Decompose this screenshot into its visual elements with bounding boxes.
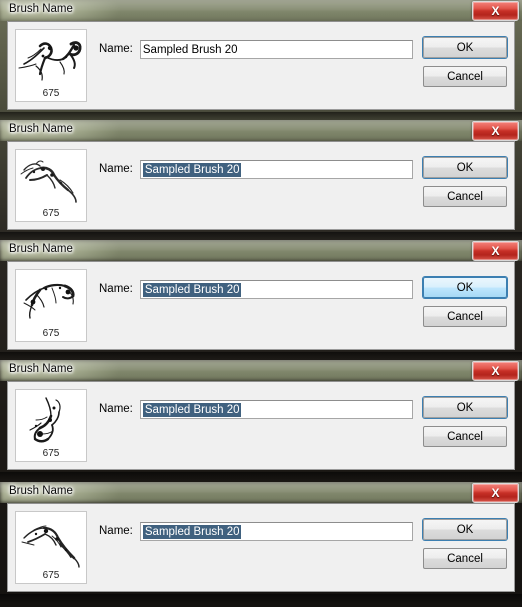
cancel-button[interactable]: Cancel <box>423 66 507 87</box>
name-input[interactable]: Sampled Brush 20 <box>139 40 413 59</box>
close-icon: X <box>491 486 500 500</box>
brush-size-label: 675 <box>42 448 60 459</box>
title-bar[interactable]: Brush Name X <box>0 482 522 503</box>
name-input[interactable]: Sampled Brush 20 <box>139 400 413 419</box>
dialog-frame: 675 Name: Sampled Brush 20 OK Cancel <box>0 381 522 477</box>
dialog-buttons: OK Cancel <box>423 269 507 327</box>
ok-button[interactable]: OK <box>423 519 507 540</box>
brush-thumbnail: 675 <box>15 149 87 222</box>
brush-thumbnail: 675 <box>15 29 87 102</box>
title-bar[interactable]: Brush Name X <box>0 360 522 381</box>
brush-size-label: 675 <box>42 570 60 581</box>
title-bar[interactable]: Brush Name X <box>0 240 522 261</box>
name-label: Name: <box>99 163 133 175</box>
window-title: Brush Name <box>9 363 73 375</box>
name-label: Name: <box>99 403 133 415</box>
close-icon: X <box>491 244 500 258</box>
name-form-row: Name: Sampled Brush 20 <box>87 511 413 541</box>
brush-name-dialog: Brush Name X 675 Name: Sampled Brush 20 OK Can… <box>0 0 522 117</box>
name-input[interactable]: Sampled Brush 20 <box>139 522 413 541</box>
name-label: Name: <box>99 525 133 537</box>
window-title: Brush Name <box>9 123 73 135</box>
ok-button[interactable]: OK <box>423 37 507 58</box>
brush-name-dialog: Brush Name X 675 Name: Sampled Brush 20 OK Can… <box>0 482 522 599</box>
dialog-frame: 675 Name: Sampled Brush 20 OK Cancel <box>0 141 522 237</box>
name-form-row: Name: Sampled Brush 20 <box>87 149 413 179</box>
close-button[interactable]: X <box>472 361 519 381</box>
dialog-drop-shadow <box>0 594 522 604</box>
titlebar-sheen <box>0 120 522 141</box>
cancel-button[interactable]: Cancel <box>423 186 507 207</box>
dialog-buttons: OK Cancel <box>423 511 507 569</box>
name-label: Name: <box>99 283 133 295</box>
window-title: Brush Name <box>9 243 73 255</box>
dialog-client-area: 675 Name: Sampled Brush 20 OK Cancel <box>7 21 515 110</box>
brush-thumbnail: 675 <box>15 269 87 342</box>
name-input-value: Sampled Brush 20 <box>142 282 241 297</box>
name-form-row: Name: Sampled Brush 20 <box>87 269 413 299</box>
name-label: Name: <box>99 43 133 55</box>
dialog-buttons: OK Cancel <box>423 389 507 447</box>
title-bar[interactable]: Brush Name X <box>0 0 522 21</box>
brush-thumbnail: 675 <box>15 389 87 462</box>
brush-name-dialog: Brush Name X 675 Name: Sampled Brush 20 OK Can… <box>0 360 522 477</box>
dialog-client-area: 675 Name: Sampled Brush 20 OK Cancel <box>7 261 515 350</box>
dialog-frame: 675 Name: Sampled Brush 20 OK Cancel <box>0 503 522 599</box>
ok-button[interactable]: OK <box>423 157 507 178</box>
brush-size-label: 675 <box>42 208 60 219</box>
dialog-drop-shadow <box>0 472 522 482</box>
close-icon: X <box>491 364 500 378</box>
brush-size-label: 675 <box>42 328 60 339</box>
name-form-row: Name: Sampled Brush 20 <box>87 389 413 419</box>
cancel-button[interactable]: Cancel <box>423 306 507 327</box>
titlebar-sheen <box>0 360 522 381</box>
close-button[interactable]: X <box>472 241 519 261</box>
brush-name-dialog: Brush Name X 675 Name: Sampled Brush 20 OK Can… <box>0 240 522 357</box>
name-input[interactable]: Sampled Brush 20 <box>139 160 413 179</box>
dialog-frame: 675 Name: Sampled Brush 20 OK Cancel <box>0 21 522 117</box>
name-input-value: Sampled Brush 20 <box>142 524 241 539</box>
dialog-stack: Brush Name X 675 Name: Sampled Brush 20 OK Can… <box>0 0 522 607</box>
titlebar-sheen <box>0 240 522 261</box>
brush-name-dialog: Brush Name X 675 Name: Sampled Brush 20 OK Can… <box>0 120 522 237</box>
close-button[interactable]: X <box>472 483 519 503</box>
brush-size-label: 675 <box>42 88 60 99</box>
dialog-buttons: OK Cancel <box>423 149 507 207</box>
dialog-buttons: OK Cancel <box>423 29 507 87</box>
ok-button[interactable]: OK <box>423 277 507 298</box>
name-input-value: Sampled Brush 20 <box>142 162 241 177</box>
close-icon: X <box>491 124 500 138</box>
name-input-value: Sampled Brush 20 <box>142 43 238 56</box>
name-input-value: Sampled Brush 20 <box>142 402 241 417</box>
close-button[interactable]: X <box>472 1 519 21</box>
cancel-button[interactable]: Cancel <box>423 548 507 569</box>
dialog-client-area: 675 Name: Sampled Brush 20 OK Cancel <box>7 381 515 470</box>
window-title: Brush Name <box>9 485 73 497</box>
titlebar-sheen <box>0 482 522 503</box>
close-button[interactable]: X <box>472 121 519 141</box>
dialog-client-area: 675 Name: Sampled Brush 20 OK Cancel <box>7 503 515 592</box>
dialog-frame: 675 Name: Sampled Brush 20 OK Cancel <box>0 261 522 357</box>
close-icon: X <box>491 4 500 18</box>
cancel-button[interactable]: Cancel <box>423 426 507 447</box>
ok-button[interactable]: OK <box>423 397 507 418</box>
name-input[interactable]: Sampled Brush 20 <box>139 280 413 299</box>
name-form-row: Name: Sampled Brush 20 <box>87 29 413 59</box>
brush-thumbnail: 675 <box>15 511 87 584</box>
dialog-client-area: 675 Name: Sampled Brush 20 OK Cancel <box>7 141 515 230</box>
window-title: Brush Name <box>9 3 73 15</box>
title-bar[interactable]: Brush Name X <box>0 120 522 141</box>
titlebar-sheen <box>0 0 522 21</box>
